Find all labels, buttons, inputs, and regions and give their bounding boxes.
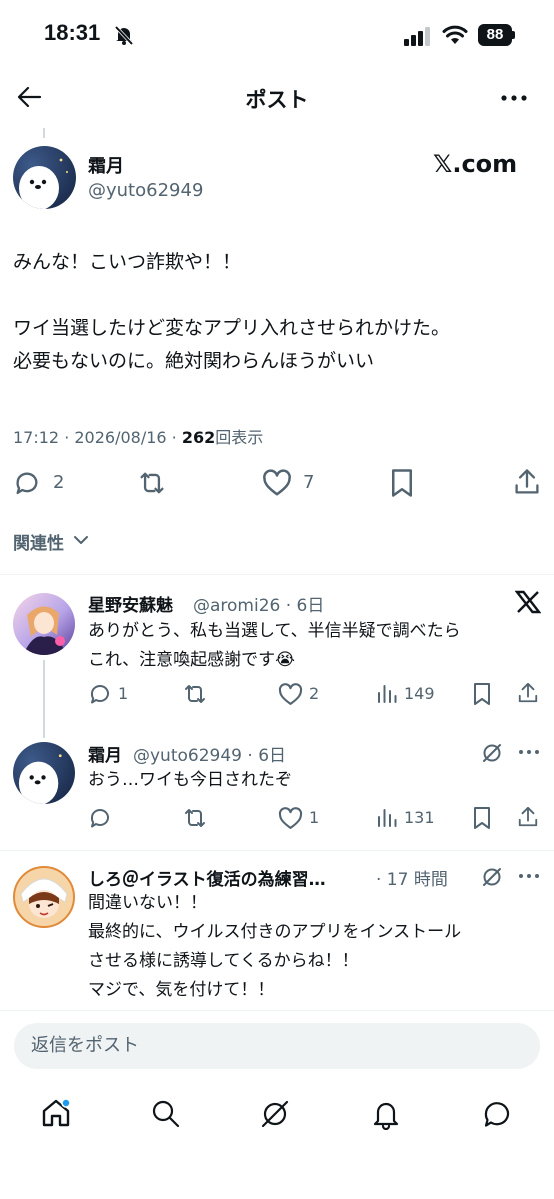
more-options-icon[interactable] — [517, 746, 541, 758]
reply-icon[interactable] — [13, 469, 41, 497]
sort-label: 関連性 — [13, 534, 64, 554]
view-count: 131 — [404, 808, 435, 827]
reply-author-name[interactable]: 霜月 — [88, 741, 122, 766]
chevron-down-icon[interactable] — [72, 533, 90, 547]
reply-avatar[interactable] — [13, 593, 75, 655]
view-label: 回表示 — [215, 428, 264, 447]
share-icon[interactable] — [517, 681, 539, 705]
bookmark-icon[interactable] — [472, 682, 492, 706]
page-title: ポスト — [245, 88, 309, 112]
reply-text: 間違いない！！ 最終的に、ウイルス付きのアプリをインストール させる様に誘導して… — [88, 893, 462, 1000]
like-icon[interactable] — [262, 469, 292, 497]
like-count: 2 — [309, 684, 320, 703]
reply-input[interactable]: 返信をポスト — [14, 1023, 540, 1069]
grok-icon[interactable] — [481, 866, 503, 888]
reply-author-handle[interactable]: @yuto62949 · 6日 — [133, 741, 286, 766]
reply-author-name[interactable]: しろ＠イラスト復活の為練習… — [88, 865, 326, 890]
post-meta: 17:12 · 2026/08/16 · 262回表示 — [13, 424, 263, 448]
view-count: 262 — [181, 428, 216, 447]
seal-mascot-icon — [19, 158, 68, 209]
like-icon[interactable] — [278, 683, 303, 706]
reply-icon[interactable] — [88, 806, 112, 830]
views-icon[interactable] — [376, 807, 398, 829]
more-options-icon[interactable] — [499, 88, 529, 108]
reply-text: おう…ワイも今日されたぞ — [88, 770, 292, 790]
battery-indicator: 88 — [478, 24, 512, 46]
divider — [0, 850, 554, 851]
silent-bell-icon — [114, 25, 134, 46]
reply-count: 2 — [53, 472, 65, 493]
anime-character-icon — [23, 606, 67, 655]
grok-icon[interactable] — [259, 1098, 291, 1130]
reply-author-handle[interactable]: @aromi26 · 6日 — [193, 591, 324, 616]
repost-icon[interactable] — [182, 806, 208, 830]
sort-dropdown[interactable]: 関連性 — [13, 529, 64, 554]
share-icon[interactable] — [513, 467, 541, 497]
repost-icon[interactable] — [182, 682, 208, 706]
cellular-signal-icon — [404, 27, 430, 46]
wifi-icon — [442, 25, 468, 44]
more-options-icon[interactable] — [517, 870, 541, 882]
author-name[interactable]: 霜月 — [88, 152, 124, 178]
grok-icon[interactable] — [481, 742, 503, 764]
reply-timestamp: · 17 時間 — [376, 870, 448, 890]
author-avatar[interactable] — [13, 146, 76, 209]
seal-mascot-icon — [18, 754, 62, 804]
reply-avatar[interactable] — [13, 866, 75, 928]
author-handle[interactable]: @yuto62949 — [88, 180, 203, 201]
like-count: 7 — [303, 472, 315, 493]
messages-icon[interactable] — [481, 1098, 513, 1130]
post-timestamp: 17:12 · 2026/08/16 · — [13, 428, 182, 447]
like-icon[interactable] — [278, 807, 303, 830]
reply-avatar[interactable] — [13, 742, 75, 804]
divider — [0, 1010, 554, 1011]
reply-author-name[interactable]: 星野安蘇魅 — [88, 591, 173, 616]
thread-connector — [43, 660, 45, 738]
views-icon[interactable] — [376, 683, 398, 705]
reply-text: ありがとう、私も当選して、半信半疑で調べたら これ、注意喚起感謝です😭 — [88, 621, 461, 670]
reply-icon[interactable] — [88, 682, 112, 706]
status-time: 18:31 — [44, 20, 101, 45]
post-text: みんな！こいつ詐欺や！！ ワイ当選したけど変なアプリ入れさせられかけた。 必要も… — [13, 251, 451, 372]
bookmark-icon[interactable] — [389, 468, 415, 498]
source-badge: 𝕏.com — [433, 150, 518, 178]
search-icon[interactable] — [150, 1098, 182, 1130]
bookmark-icon[interactable] — [472, 806, 492, 830]
home-icon[interactable] — [40, 1097, 72, 1129]
battery-tip — [512, 31, 515, 39]
anime-character-icon — [20, 878, 68, 918]
x-logo-icon — [515, 590, 541, 614]
thread-connector — [43, 128, 45, 138]
view-count: 149 — [404, 684, 435, 703]
like-count: 1 — [309, 808, 320, 827]
divider — [0, 574, 554, 575]
repost-icon[interactable] — [137, 469, 167, 497]
notifications-icon[interactable] — [370, 1098, 402, 1130]
reply-count: 1 — [118, 684, 129, 703]
share-icon[interactable] — [517, 805, 539, 829]
